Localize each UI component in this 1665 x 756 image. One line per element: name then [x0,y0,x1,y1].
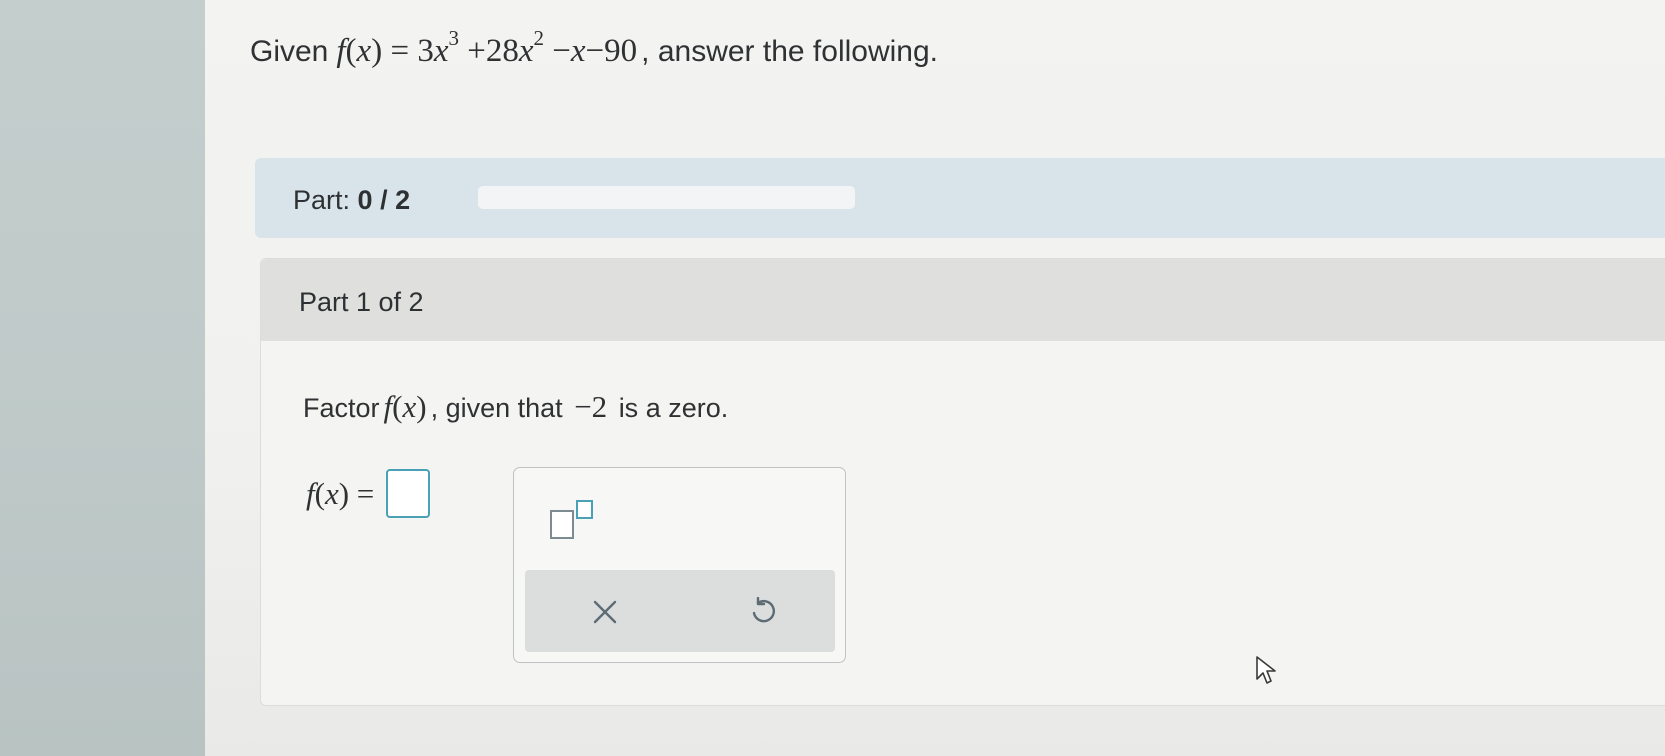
toolbox-actions [525,570,835,652]
math-toolbox [513,467,846,663]
undo-icon [752,597,775,623]
answer-lhs: f(x) = [306,475,375,511]
part-card: Part 1 of 2 Factor f(x), given that −2 i… [260,258,1665,706]
part-instruction: Factor f(x), given that −2 is a zero. [303,389,729,424]
question-suffix: , answer the following. [641,35,938,68]
exponent-template-icon[interactable] [550,498,600,539]
question-statement: Given f(x) = 3x3 +28x2 −x−90 , answer th… [250,26,938,70]
clear-button[interactable] [580,590,630,634]
part-progress-bar: Part: 0 / 2 [255,158,1665,238]
progress-track [478,186,855,209]
function-expression: f(x) = 3x3 +28x2 −x−90 [336,26,638,69]
question-prefix: Given [250,35,329,68]
answer-input[interactable] [386,469,431,518]
answer-row: f(x) = [306,469,431,518]
part-title: Part 1 of 2 [299,287,424,317]
part-header: Part 1 of 2 [261,259,1665,341]
problem-page: Given f(x) = 3x3 +28x2 −x−90 , answer th… [205,0,1665,756]
left-margin [0,0,205,756]
zero-value: −2 [574,389,608,424]
part-progress-label: Part: 0 / 2 [293,185,411,215]
mouse-cursor-icon [1256,656,1276,684]
close-icon [593,600,617,624]
undo-button[interactable] [738,590,788,634]
